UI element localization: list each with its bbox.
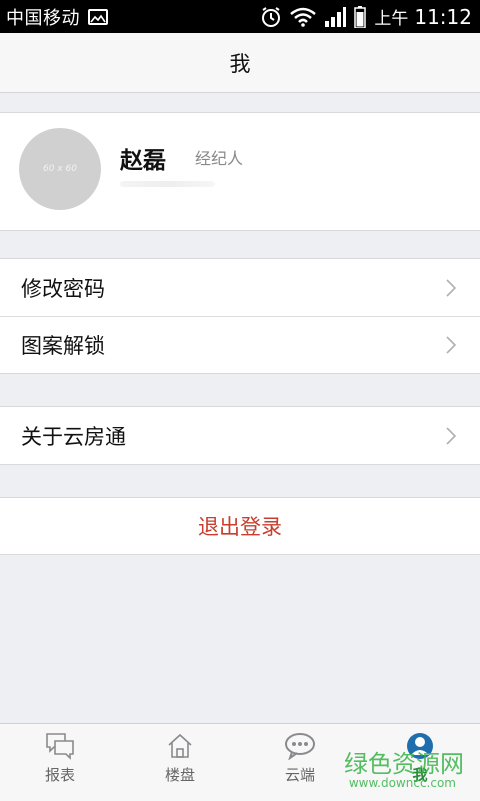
watermark-url: www.downcc.com bbox=[348, 776, 456, 790]
tab-properties-label: 楼盘 bbox=[164, 766, 195, 784]
chat-report-icon bbox=[46, 733, 74, 760]
home-icon bbox=[168, 733, 192, 758]
pattern-unlock-label: 图案解锁 bbox=[21, 334, 105, 358]
chevron-right-icon bbox=[446, 336, 456, 354]
title-bar: 我 bbox=[0, 33, 480, 93]
user-name: 赵磊 bbox=[120, 148, 166, 174]
tab-reports-label: 报表 bbox=[44, 766, 75, 784]
chevron-right-icon bbox=[446, 426, 456, 445]
chevron-right-icon bbox=[446, 278, 456, 297]
tab-cloud-label: 云端 bbox=[284, 766, 315, 784]
status-bar: 中国移动 上午 11:12 bbox=[0, 0, 480, 33]
pattern-unlock-item[interactable]: 图案解锁 bbox=[0, 316, 480, 373]
clock-time: 11:12 bbox=[414, 4, 472, 29]
about-label: 关于云房通 bbox=[21, 424, 126, 449]
cloud-chat-icon bbox=[285, 733, 315, 760]
change-password-item[interactable]: 修改密码 bbox=[0, 259, 480, 316]
image-icon bbox=[88, 8, 108, 25]
page-title: 我 bbox=[229, 51, 251, 76]
logout-button[interactable]: 退出登录 bbox=[0, 498, 480, 554]
settings-group-about: 关于云房通 bbox=[0, 406, 480, 465]
logout-group: 退出登录 bbox=[0, 497, 480, 555]
blurred-subtext bbox=[120, 181, 215, 187]
alarm-icon bbox=[262, 6, 281, 27]
tab-properties[interactable]: 楼盘 bbox=[120, 724, 240, 801]
ampm-label: 上午 bbox=[374, 9, 409, 29]
profile-card[interactable]: 60 x 60 赵磊 经纪人 bbox=[0, 112, 480, 231]
tab-reports[interactable]: 报表 bbox=[0, 724, 120, 801]
tab-cloud[interactable]: 云端 bbox=[240, 724, 360, 801]
signal-icon bbox=[325, 6, 347, 27]
avatar-placeholder-text: 60 x 60 bbox=[43, 164, 77, 174]
user-role: 经纪人 bbox=[195, 149, 244, 168]
logout-label: 退出登录 bbox=[198, 515, 282, 539]
change-password-label: 修改密码 bbox=[21, 276, 105, 301]
wifi-icon bbox=[290, 7, 317, 27]
avatar[interactable]: 60 x 60 bbox=[19, 128, 101, 210]
carrier-label: 中国移动 bbox=[6, 7, 80, 29]
battery-icon bbox=[354, 5, 367, 28]
settings-group-security: 修改密码 图案解锁 bbox=[0, 258, 480, 374]
watermark-text: 绿色资源网 bbox=[344, 750, 464, 778]
about-item[interactable]: 关于云房通 bbox=[0, 407, 480, 464]
